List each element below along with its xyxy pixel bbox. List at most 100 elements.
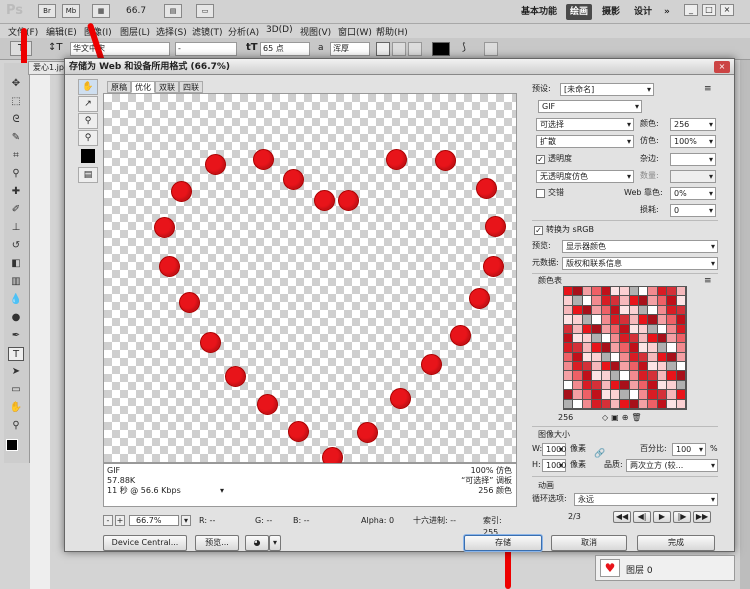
zoom-out-button[interactable]: - — [103, 515, 113, 526]
color-swatch[interactable] — [648, 399, 658, 409]
menu-filter[interactable]: 滤镜(T) — [192, 25, 223, 38]
close-icon[interactable]: × — [720, 4, 734, 16]
preview-select[interactable]: 显示器颜色 — [562, 240, 718, 253]
color-swatch[interactable] — [676, 315, 686, 325]
healing-brush-icon[interactable]: ✚ — [8, 185, 24, 199]
color-swatch[interactable] — [620, 380, 630, 391]
color-swatch[interactable] — [610, 333, 621, 344]
height-input[interactable]: 1000 — [542, 459, 566, 472]
blur-tool-icon[interactable]: 💧 — [8, 293, 24, 307]
color-swatch[interactable] — [573, 371, 583, 381]
color-swatch[interactable] — [667, 399, 677, 409]
matte-select[interactable] — [670, 153, 716, 166]
color-swatch[interactable] — [601, 399, 611, 409]
first-frame-icon[interactable]: ◀◀ — [613, 511, 631, 523]
zoom-dropdown-icon[interactable]: ▾ — [181, 515, 191, 526]
color-swatch[interactable] — [564, 333, 574, 344]
marquee-tool-icon[interactable]: ⬚ — [8, 95, 24, 109]
lasso-tool-icon[interactable]: ᘓ — [8, 113, 24, 127]
loop-select[interactable]: 永远 — [574, 493, 718, 506]
color-swatch[interactable] — [648, 324, 658, 334]
color-swatch[interactable] — [639, 371, 649, 381]
color-swatch[interactable] — [592, 324, 602, 334]
zoom-in-button[interactable]: + — [115, 515, 125, 526]
character-panel-icon[interactable] — [484, 42, 498, 56]
color-swatch[interactable] — [564, 371, 574, 381]
color-swatch[interactable] — [582, 371, 593, 381]
clone-stamp-icon[interactable]: ⊥ — [8, 221, 24, 235]
workspace-design[interactable]: 设计 — [630, 4, 656, 20]
color-swatch[interactable] — [573, 324, 583, 334]
color-swatch[interactable] — [620, 343, 630, 353]
color-swatch[interactable] — [610, 362, 621, 372]
preview-button[interactable]: 预览... — [195, 535, 239, 551]
color-swatch[interactable] — [592, 399, 602, 409]
layer-row[interactable]: ♥ 图层 0 — [595, 555, 735, 581]
color-swatch[interactable] — [676, 287, 686, 297]
slice-select-tool-icon[interactable]: ↗ — [78, 96, 98, 112]
font-family-select[interactable]: 华文中宋 — [70, 42, 170, 56]
screen-mode-icon[interactable]: ▭ — [196, 4, 214, 18]
color-swatch[interactable] — [601, 333, 611, 344]
optimize-menu-icon[interactable]: ≡ — [704, 83, 712, 95]
color-swatch[interactable] — [564, 287, 574, 297]
color-swatch[interactable] — [648, 343, 658, 353]
color-swatch[interactable] — [620, 305, 630, 316]
eraser-icon[interactable]: ◧ — [8, 257, 24, 271]
color-swatch[interactable] — [573, 287, 583, 297]
color-table-actions-icon[interactable]: ◇▣⊕🗑 — [602, 413, 645, 422]
color-swatch[interactable] — [629, 333, 640, 344]
color-swatch[interactable] — [582, 399, 593, 409]
color-swatch[interactable] — [620, 371, 630, 381]
browser-menu-icon[interactable]: ▾ — [269, 535, 281, 551]
color-swatch[interactable] — [657, 287, 668, 297]
color-swatch[interactable] — [573, 362, 583, 372]
color-swatch[interactable] — [592, 315, 602, 325]
color-swatch[interactable] — [610, 380, 621, 391]
color-swatch[interactable] — [639, 362, 649, 372]
align-right-icon[interactable] — [408, 42, 422, 56]
color-swatch[interactable] — [639, 333, 649, 344]
color-swatch[interactable] — [639, 399, 649, 409]
color-swatch[interactable] — [676, 390, 686, 400]
color-swatch[interactable] — [564, 380, 574, 391]
color-swatch[interactable] — [573, 315, 583, 325]
color-swatch[interactable] — [657, 399, 668, 409]
download-speed-menu-icon[interactable]: ▾ — [220, 486, 224, 496]
workspace-more[interactable]: » — [660, 4, 674, 20]
device-central-button[interactable]: Device Central... — [103, 535, 187, 551]
color-swatch[interactable] — [648, 296, 658, 306]
color-swatch[interactable] — [620, 362, 630, 372]
colors-select[interactable]: 256 — [670, 118, 716, 131]
minibridge-icon[interactable]: Mb — [62, 4, 80, 18]
color-swatch[interactable] — [657, 315, 668, 325]
dodge-tool-icon[interactable]: ● — [8, 311, 24, 325]
color-swatch[interactable] — [610, 390, 621, 400]
workspace-painting[interactable]: 绘画 — [566, 4, 593, 20]
color-swatch[interactable] — [610, 287, 621, 297]
interlaced-checkbox[interactable] — [536, 189, 545, 198]
format-select[interactable]: GIF — [538, 100, 642, 113]
color-swatch[interactable] — [657, 333, 668, 344]
color-swatch[interactable] — [582, 390, 593, 400]
color-swatch[interactable] — [601, 343, 611, 353]
color-swatch[interactable] — [564, 324, 574, 334]
zoom-level-input[interactable]: 66.7% — [129, 515, 179, 526]
tab-optimized[interactable]: 优化 — [131, 81, 155, 93]
color-swatch[interactable] — [629, 324, 640, 334]
color-table-menu-icon[interactable]: ≡ — [704, 275, 712, 287]
color-swatch[interactable] — [610, 324, 621, 334]
color-swatch[interactable] — [667, 287, 677, 297]
color-swatch[interactable] — [601, 390, 611, 400]
color-swatch[interactable] — [601, 380, 611, 391]
path-select-icon[interactable]: ➤ — [8, 365, 24, 379]
color-swatch[interactable] — [629, 296, 640, 306]
percent-input[interactable]: 100 — [672, 443, 706, 456]
lossy-input[interactable]: 0 — [670, 204, 716, 217]
color-swatch[interactable] — [592, 343, 602, 353]
shape-tool-icon[interactable]: ▭ — [8, 383, 24, 397]
color-swatch[interactable] — [629, 287, 640, 297]
menu-3d[interactable]: 3D(D) — [266, 25, 293, 35]
menu-view[interactable]: 视图(V) — [300, 25, 331, 38]
constrain-proportions-icon[interactable]: 🔗 — [594, 449, 605, 459]
